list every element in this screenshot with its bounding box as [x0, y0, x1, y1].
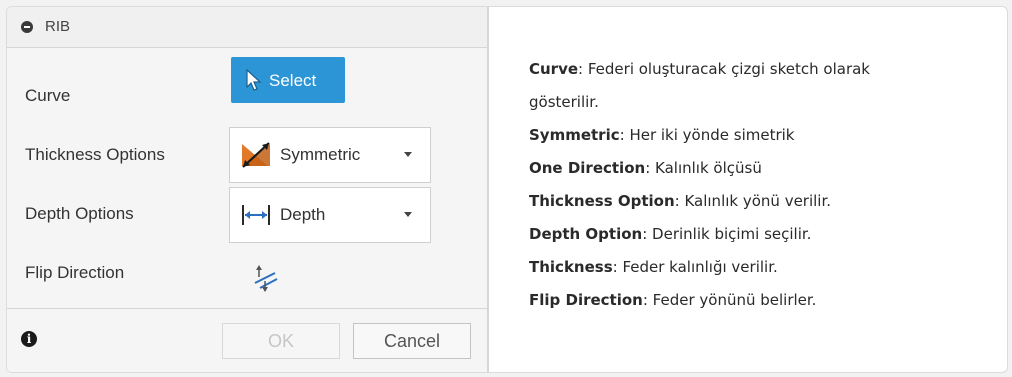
description-panel: Curve: Federi oluşturacak çizgi sketch o… [529, 53, 999, 317]
curve-label: Curve [25, 86, 71, 105]
description-item: Depth Option: Derinlik biçimi seçilir. [529, 218, 999, 251]
dialog-title: RIB [45, 18, 71, 35]
content-card: RIB Curve Select Thickness Options Symme… [6, 6, 1008, 373]
info-icon[interactable]: i [21, 331, 37, 347]
thickness-options-value: Symmetric [280, 145, 361, 164]
rib-dialog: RIB Curve Select Thickness Options Symme… [7, 7, 489, 372]
depth-options-label: Depth Options [25, 204, 134, 223]
description-term: One Direction [529, 159, 646, 177]
description-text: : Federi oluşturacak çizgi sketch olarak [578, 60, 870, 78]
description-text: : Kalınlık ölçüsü [645, 159, 762, 177]
depth-arrow-icon [242, 205, 270, 225]
description-item: Symmetric: Her iki yönde simetrik [529, 119, 999, 152]
dialog-header: RIB [7, 7, 487, 48]
description-term: Thickness Option [529, 192, 675, 210]
description-text: : Feder yönünü belirler. [642, 291, 817, 309]
description-term: Curve [529, 60, 579, 78]
description-text: : Kalınlık yönü verilir. [674, 192, 832, 210]
description-term: Flip Direction [529, 291, 643, 309]
flip-direction-label: Flip Direction [25, 263, 125, 282]
curve-select-button[interactable]: Select [231, 57, 345, 103]
dialog-footer: i OK Cancel [7, 308, 487, 372]
description-text: : Her iki yönde simetrik [619, 126, 795, 144]
description-item: Thickness Option: Kalınlık yönü verilir. [529, 185, 999, 218]
ok-button[interactable]: OK [222, 323, 340, 359]
depth-options-dropdown[interactable]: Depth [229, 187, 431, 243]
description-item: One Direction: Kalınlık ölçüsü [529, 152, 999, 185]
description-item: Thickness: Feder kalınlığı verilir. [529, 251, 999, 284]
description-text: : Feder kalınlığı verilir. [612, 258, 778, 276]
cancel-button[interactable]: Cancel [353, 323, 471, 359]
thickness-options-dropdown[interactable]: Symmetric [229, 127, 431, 183]
select-button-label: Select [269, 71, 317, 90]
description-term: Depth Option [529, 225, 643, 243]
description-term: Symmetric [529, 126, 620, 144]
description-item: Curve: Federi oluşturacak çizgi sketch o… [529, 53, 999, 86]
description-item: Flip Direction: Feder yönünü belirler. [529, 284, 999, 317]
thickness-options-label: Thickness Options [25, 145, 165, 164]
chevron-down-icon [404, 212, 412, 217]
description-text: : Derinlik biçimi seçilir. [642, 225, 812, 243]
description-term: Thickness [529, 258, 613, 276]
description-continuation: gösterilir. [529, 93, 599, 111]
chevron-down-icon [404, 152, 412, 157]
depth-options-value: Depth [280, 205, 326, 224]
arrow-cursor-icon [246, 69, 262, 91]
flip-direction-icon[interactable] [251, 263, 279, 293]
symmetric-thickness-icon [242, 142, 270, 168]
minus-circle-icon[interactable] [21, 21, 33, 33]
